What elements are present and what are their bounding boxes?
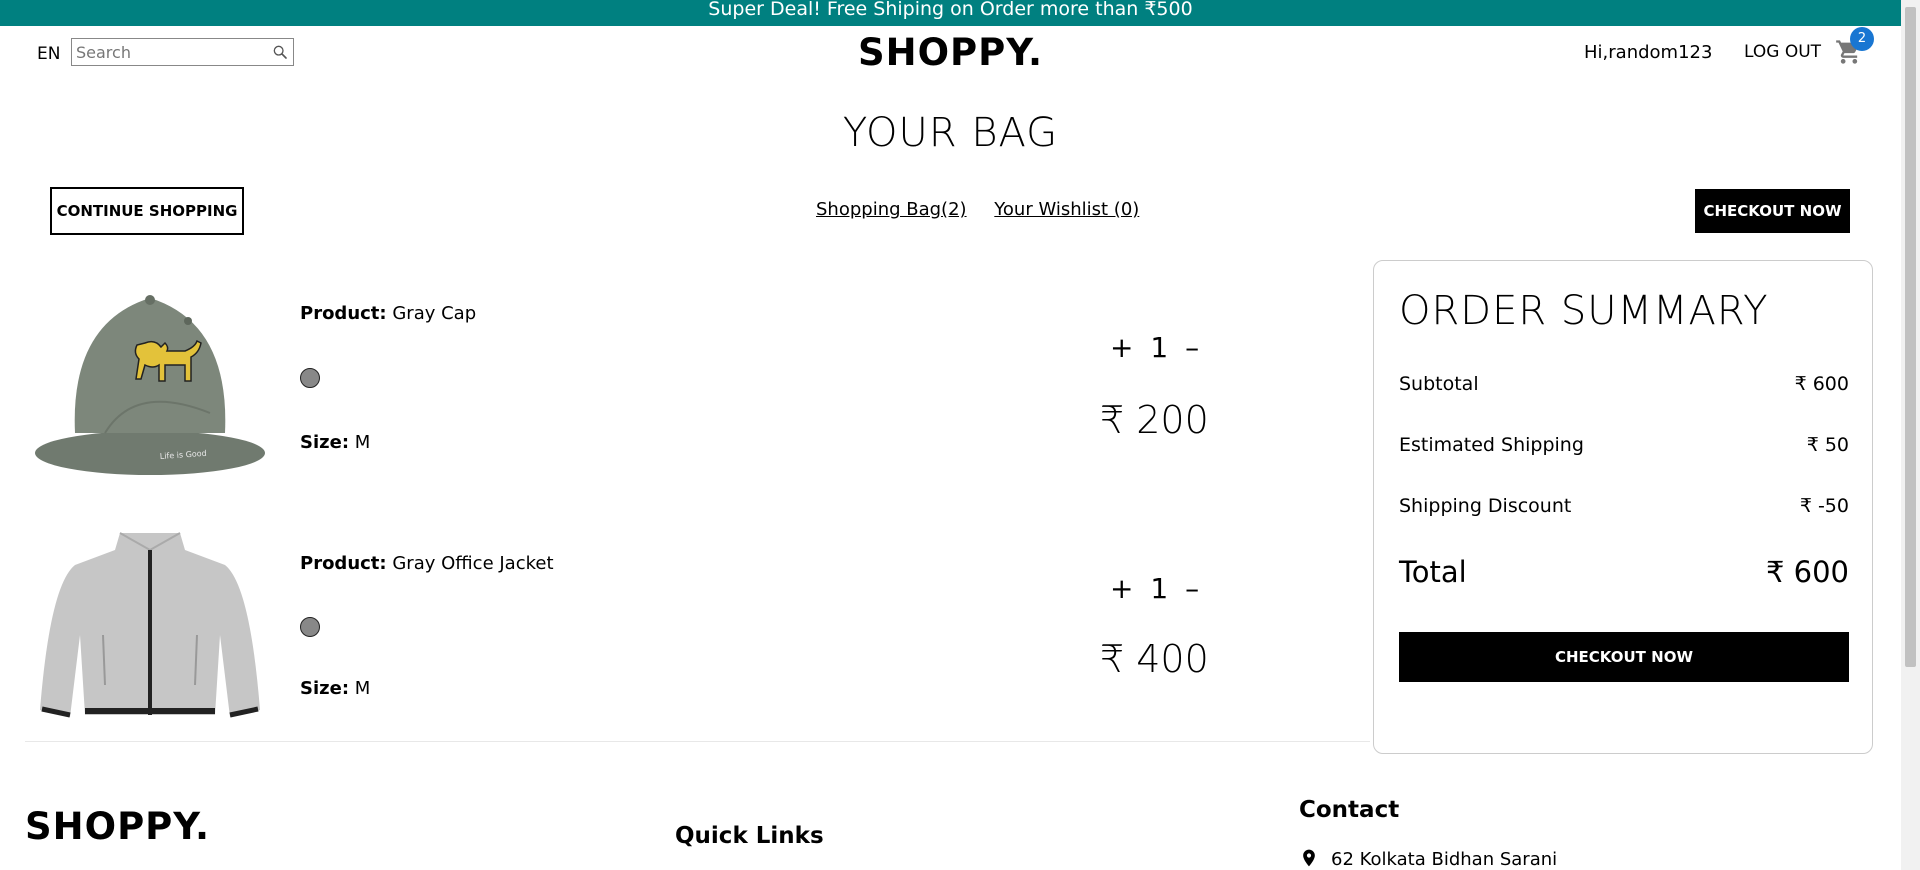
size-value: M [354,432,371,453]
item-price: ₹ 400 [1100,637,1209,681]
address-line: 62 Kolkata Bidhan Sarani [1299,849,1557,870]
order-summary-title: ORDER SUMMARY [1399,288,1769,334]
shipping-row: Estimated Shipping ₹ 50 [1399,434,1849,456]
color-swatch [300,368,320,388]
cart-count-badge: 2 [1850,27,1874,51]
continue-shopping-button[interactable]: CONTINUE SHOPPING [50,187,244,235]
product-line: Product: Gray Cap [300,303,476,324]
product-name: Gray Office Jacket [392,553,554,574]
row-label: Shipping Discount [1399,495,1572,517]
checkout-now-top-button[interactable]: CHECKOUT NOW [1695,189,1850,233]
contact-heading: Contact [1299,797,1400,823]
minus-icon[interactable]: – [1185,572,1199,605]
announcement-text: Super Deal! Free Shiping on Order more t… [708,0,1193,20]
quantity-stepper: + 1 – [1110,572,1207,605]
subtotal-row: Subtotal ₹ 600 [1399,373,1849,395]
footer-logo: SHOPPY. [25,805,211,848]
row-value: ₹ -50 [1799,495,1849,517]
row-label: Subtotal [1399,373,1479,395]
row-value: ₹ 50 [1806,434,1849,456]
product-label: Product: [300,553,387,574]
plus-icon[interactable]: + [1110,572,1133,605]
size-line: Size: M [300,678,370,699]
page-scrollbar[interactable] [1901,0,1920,870]
size-label: Size: [300,678,350,699]
size-value: M [354,678,371,699]
wishlist-link[interactable]: Your Wishlist (0) [994,199,1139,220]
row-label: Estimated Shipping [1399,434,1584,456]
announcement-bar: Super Deal! Free Shiping on Order more t… [0,0,1901,26]
product-label: Product: [300,303,387,324]
size-label: Size: [300,432,350,453]
row-label: Total [1399,555,1467,589]
quantity-value: 1 [1150,572,1169,605]
item-price: ₹ 200 [1100,398,1209,442]
quick-links-heading: Quick Links [675,823,824,849]
product-name: Gray Cap [392,303,477,324]
user-greeting: Hi,random123 [1584,42,1713,63]
checkout-now-button[interactable]: CHECKOUT NOW [1399,632,1849,682]
gray-cap-image: Life is Good [35,295,265,475]
order-summary: ORDER SUMMARY Subtotal ₹ 600 Estimated S… [1373,260,1873,754]
product-line: Product: Gray Office Jacket [300,553,554,574]
total-row: Total ₹ 600 [1399,555,1849,589]
quantity-value: 1 [1150,331,1169,364]
discount-row: Shipping Discount ₹ -50 [1399,495,1849,517]
size-line: Size: M [300,432,370,453]
shopping-bag-link[interactable]: Shopping Bag(2) [816,199,967,220]
navbar: EN SHOPPY. Hi,random123 LOG OUT 2 [0,26,1901,80]
location-pin-icon [1303,849,1315,867]
address-text: 62 Kolkata Bidhan Sarani [1331,849,1558,870]
gray-jacket-image [40,532,260,718]
quantity-stepper: + 1 – [1110,331,1207,364]
row-value: ₹ 600 [1765,555,1849,589]
page-title: YOUR BAG [842,110,1059,156]
bag-tabs: Shopping Bag(2) Your Wishlist (0) [816,199,1161,220]
plus-icon[interactable]: + [1110,331,1133,364]
color-swatch [300,617,320,637]
logout-link[interactable]: LOG OUT [1744,42,1821,62]
row-value: ₹ 600 [1794,373,1849,395]
scrollbar-thumb[interactable] [1905,7,1916,667]
divider [25,741,1370,742]
minus-icon[interactable]: – [1185,331,1199,364]
